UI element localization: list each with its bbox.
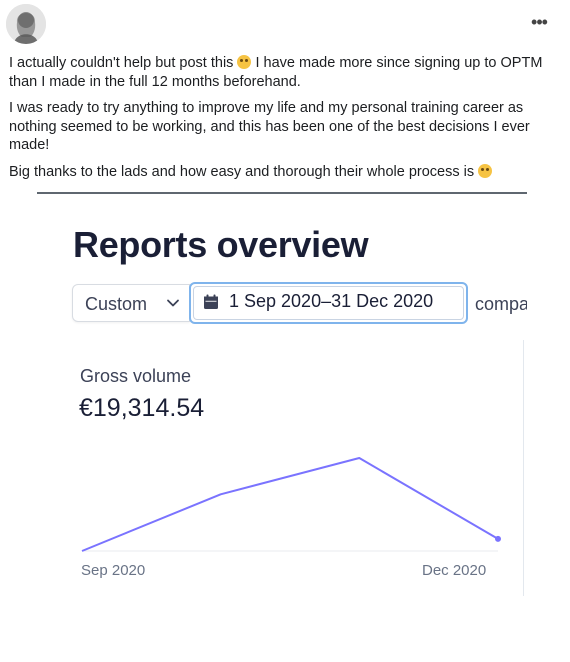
page-title: Reports overview	[73, 224, 369, 265]
gross-volume-chart	[81, 457, 501, 552]
avatar-photo	[6, 4, 46, 44]
attached-screenshot: Reports overview Custom 1 Sep 2020–31 De…	[0, 186, 566, 598]
avatar[interactable]	[6, 4, 46, 44]
x-axis-tick-label: Sep 2020	[81, 562, 146, 579]
data-point	[495, 535, 501, 542]
metric-label: Gross volume	[80, 366, 192, 386]
more-options-button[interactable]: •••	[526, 12, 552, 32]
compare-link[interactable]: compa	[475, 294, 527, 315]
post-paragraph: I was ready to try anything to improve m…	[9, 100, 530, 153]
flushed-face-emoji-icon	[237, 55, 252, 69]
more-horizontal-icon: •••	[531, 12, 548, 32]
post-paragraph: Big thanks to the lads and how easy and …	[9, 163, 561, 182]
date-range-label: 1 Sep 2020–31 Dec 2020	[229, 291, 434, 311]
smiling-face-emoji-icon	[478, 163, 493, 178]
date-range-preset-label: Custom	[85, 294, 148, 314]
post-paragraph: I actually couldn't help but post this I…	[9, 55, 543, 90]
series-line	[81, 457, 499, 552]
metric-value: €19,314.54	[79, 394, 205, 422]
divider	[37, 192, 527, 194]
calendar-icon	[204, 294, 218, 309]
x-axis-tick-label: Dec 2020	[422, 562, 487, 579]
date-range-preset-select[interactable]: Custom	[72, 284, 190, 322]
chevron-down-icon	[167, 299, 179, 307]
card-border	[523, 340, 524, 596]
post-text: I actually couldn't help but post this I…	[9, 54, 561, 189]
date-range-picker[interactable]: 1 Sep 2020–31 Dec 2020	[189, 282, 468, 324]
